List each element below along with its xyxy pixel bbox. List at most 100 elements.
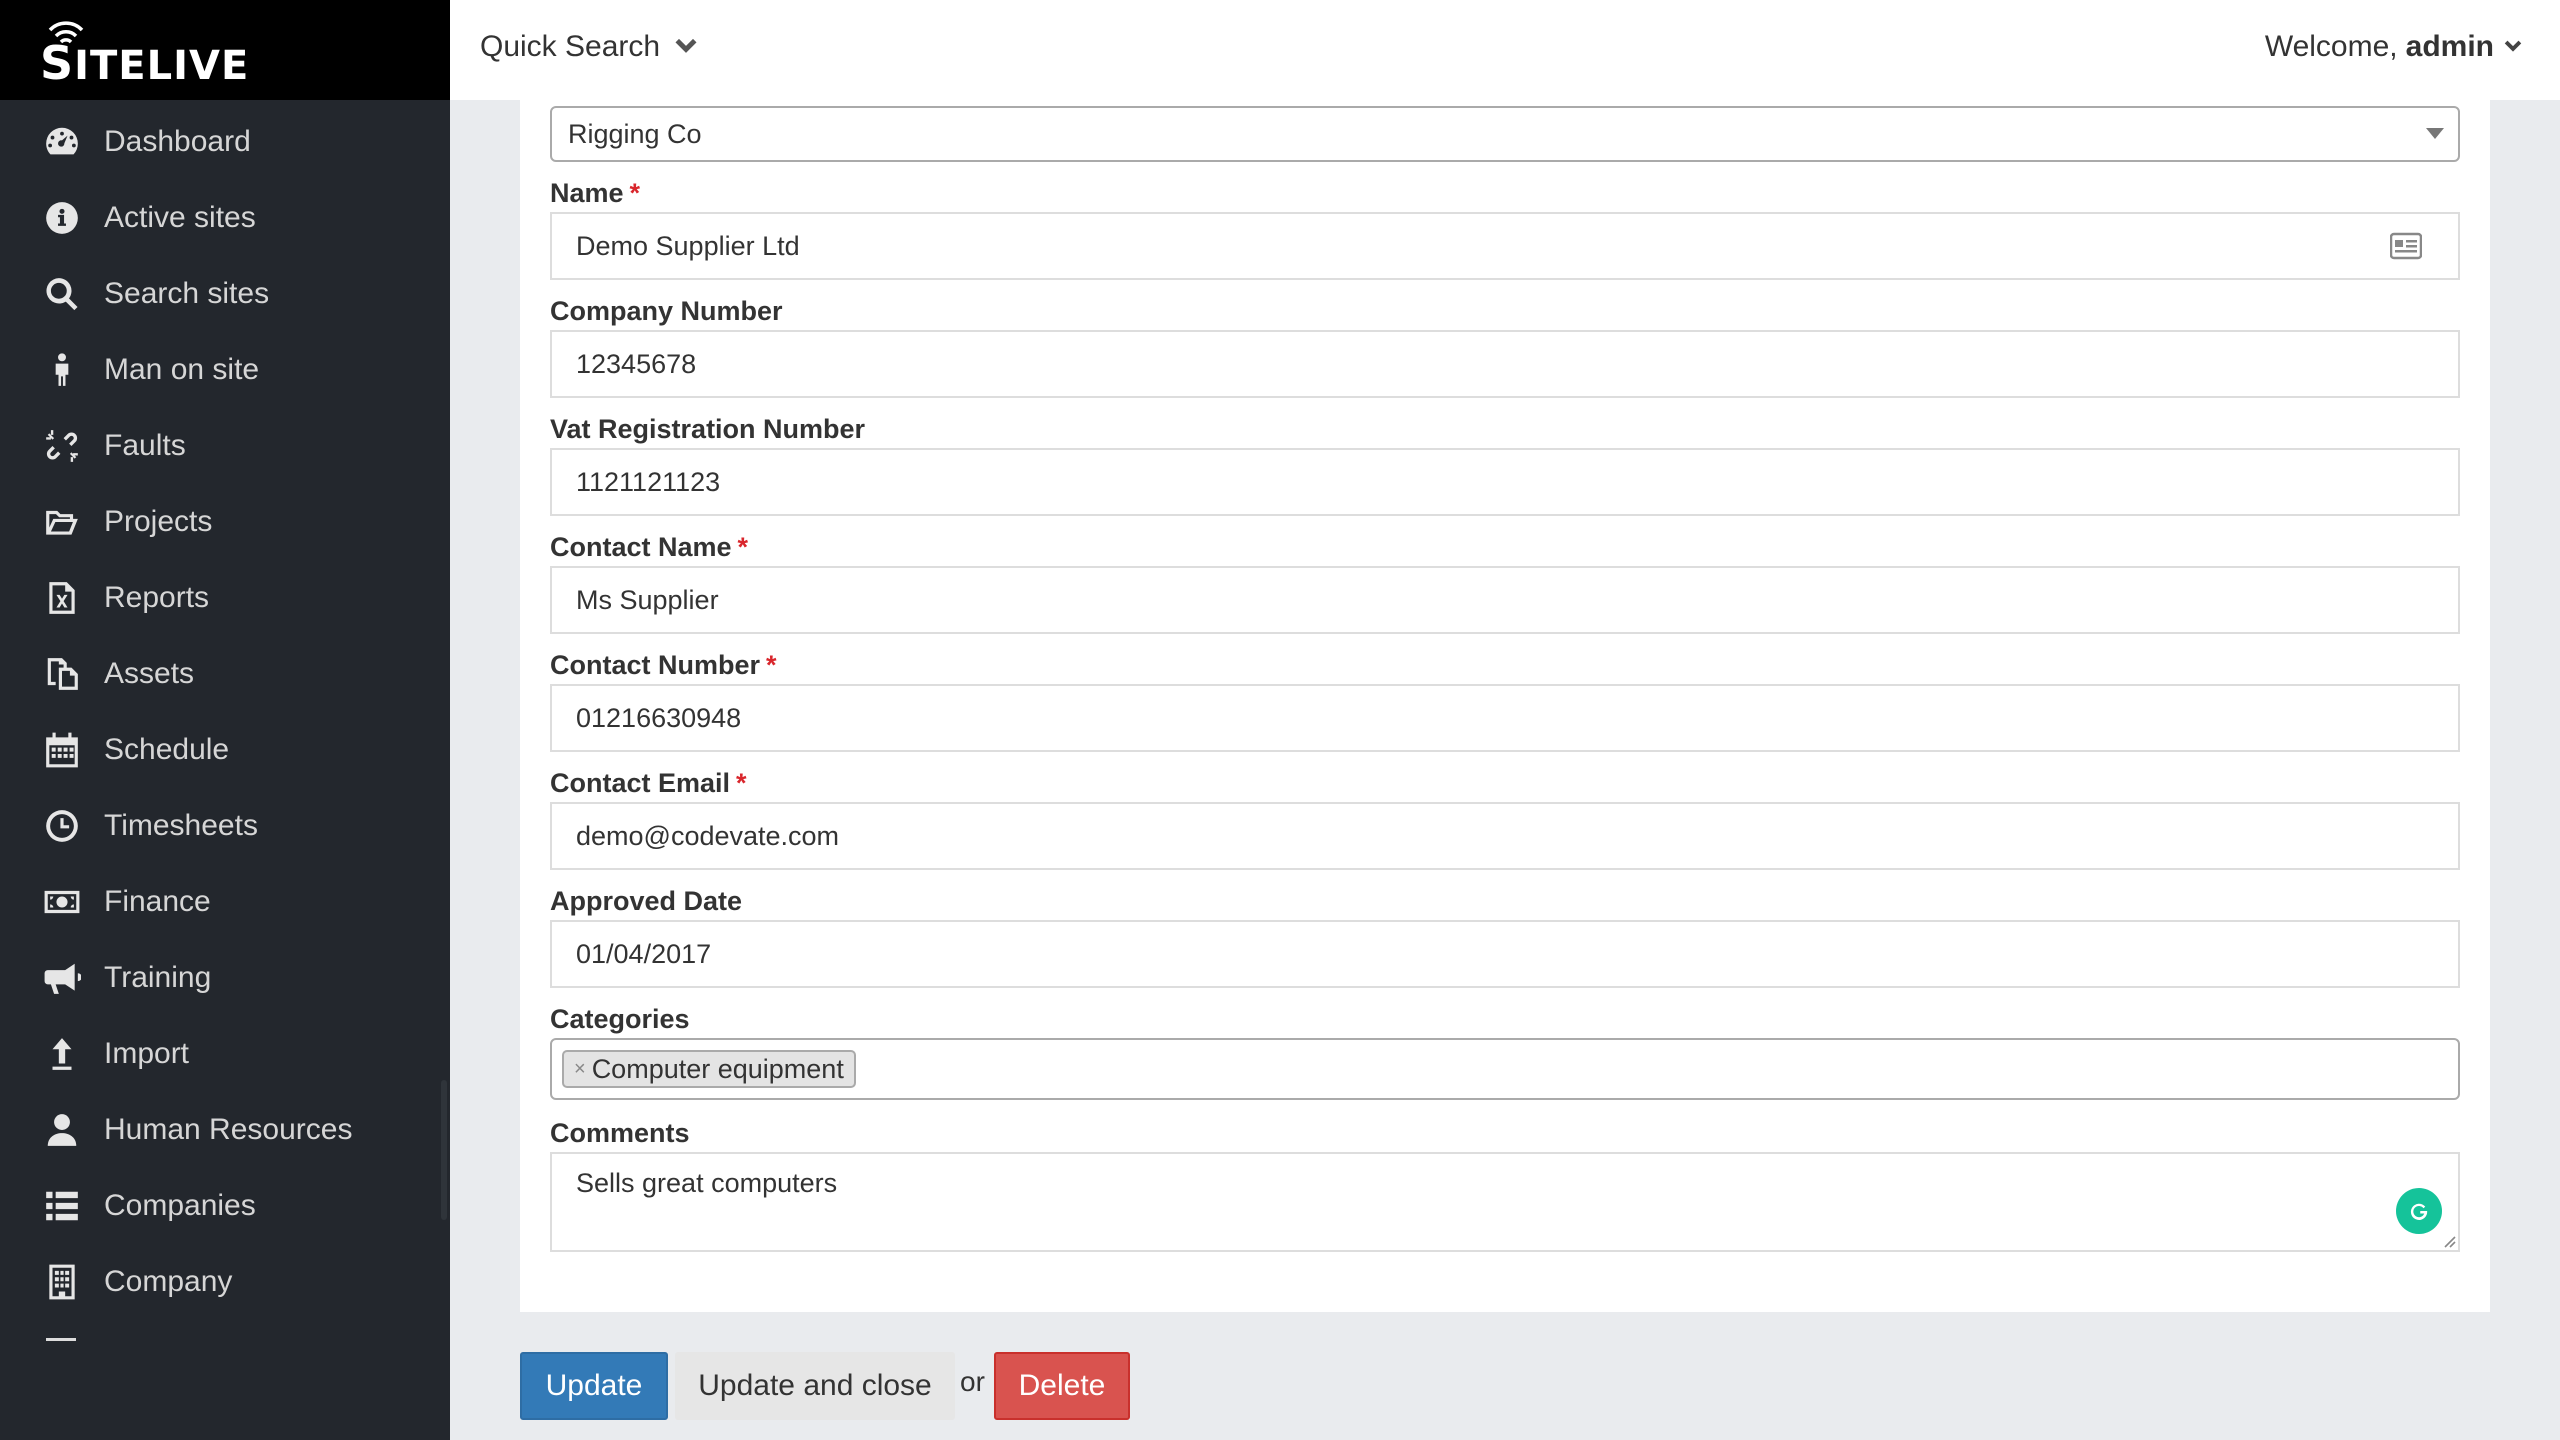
contact-name-field[interactable]: Ms Supplier [550, 566, 2460, 634]
sidebar-scrollbar[interactable] [441, 1080, 447, 1220]
user-icon [42, 1110, 82, 1150]
categories-label: Categories [550, 1004, 690, 1034]
quick-search-dropdown[interactable]: Quick Search [480, 30, 700, 64]
dashboard-icon [42, 122, 82, 162]
sidebar-item-partial [46, 1338, 76, 1341]
top-bar: Quick Search Welcome, admin [450, 0, 2560, 100]
copy-files-icon [42, 654, 82, 694]
sidebar: SITELIVE Dashboard Active sites Search s… [0, 0, 450, 1440]
sidebar-item-human-resources[interactable]: Human Resources [0, 1092, 450, 1168]
contact-name-value: Ms Supplier [576, 584, 719, 615]
sidebar-item-schedule[interactable]: Schedule [0, 712, 450, 788]
sidebar-item-label: Reports [104, 581, 210, 614]
vat-number-field[interactable]: 1121121123 [550, 448, 2460, 516]
approved-date-value: 01/04/2017 [576, 938, 712, 969]
sidebar-nav: Dashboard Active sites Search sites Man … [0, 100, 450, 1320]
sidebar-item-finance[interactable]: Finance [0, 864, 450, 940]
contact-email-field[interactable]: demo@codevate.com [550, 802, 2460, 870]
tag-remove-icon[interactable]: × [574, 1058, 586, 1081]
sidebar-item-label: Search sites [104, 277, 270, 310]
required-marker: * [766, 650, 777, 680]
resize-handle-icon[interactable] [2442, 1234, 2456, 1248]
search-icon [42, 274, 82, 314]
name-field[interactable]: Demo Supplier Ltd [550, 212, 2460, 280]
sidebar-item-faults[interactable]: Faults [0, 408, 450, 484]
money-icon [42, 882, 82, 922]
sidebar-item-assets[interactable]: Assets [0, 636, 450, 712]
sidebar-item-label: Projects [104, 505, 213, 538]
company-select-value: Rigging Co [568, 118, 702, 149]
company-select[interactable]: Rigging Co [550, 106, 2460, 162]
sidebar-item-training[interactable]: Training [0, 940, 450, 1016]
comments-label: Comments [550, 1118, 690, 1148]
building-icon [42, 1262, 82, 1302]
sidebar-item-projects[interactable]: Projects [0, 484, 450, 560]
sidebar-item-label: Companies [104, 1189, 256, 1222]
contact-number-label: Contact Number * [550, 650, 777, 680]
name-value: Demo Supplier Ltd [576, 230, 800, 261]
sidebar-item-label: Timesheets [104, 809, 258, 842]
brand-logo[interactable]: SITELIVE [0, 0, 450, 100]
company-number-label: Company Number [550, 296, 783, 326]
sidebar-item-label: Schedule [104, 733, 230, 766]
sidebar-item-label: Man on site [104, 353, 260, 386]
sidebar-item-reports[interactable]: Reports [0, 560, 450, 636]
sidebar-item-label: Assets [104, 657, 195, 690]
contact-number-field[interactable]: 01216630948 [550, 684, 2460, 752]
clock-icon [42, 806, 82, 846]
grammarly-icon[interactable] [2396, 1188, 2442, 1234]
user-menu[interactable]: Welcome, admin [2265, 30, 2524, 64]
or-separator: or [960, 1366, 985, 1397]
delete-button[interactable]: Delete [994, 1352, 1130, 1420]
sidebar-item-timesheets[interactable]: Timesheets [0, 788, 450, 864]
brand-name: SITELIVE [40, 36, 250, 90]
list-icon [42, 1186, 82, 1226]
contact-card-icon[interactable] [2390, 232, 2422, 260]
sidebar-item-label: Active sites [104, 201, 256, 234]
sidebar-item-label: Dashboard [104, 125, 251, 158]
calendar-icon [42, 730, 82, 770]
sidebar-item-label: Company [104, 1265, 233, 1298]
required-marker: * [736, 768, 747, 798]
company-number-field[interactable]: 12345678 [550, 330, 2460, 398]
person-icon [42, 350, 82, 390]
excel-file-icon [42, 578, 82, 618]
contact-number-value: 01216630948 [576, 702, 742, 733]
category-tag-label: Computer equipment [591, 1053, 844, 1084]
categories-multiselect[interactable]: × Computer equipment [550, 1038, 2460, 1100]
quick-search-label: Quick Search [480, 30, 661, 63]
contact-name-label: Contact Name * [550, 532, 749, 562]
company-number-value: 12345678 [576, 348, 697, 379]
caret-down-icon [2426, 128, 2444, 139]
chevron-down-icon [2504, 40, 2522, 52]
sidebar-item-label: Import [104, 1037, 190, 1070]
contact-email-label: Contact Email * [550, 768, 747, 798]
upload-arrow-icon [42, 1034, 82, 1074]
broken-link-icon [42, 426, 82, 466]
sidebar-item-companies[interactable]: Companies [0, 1168, 450, 1244]
update-and-close-button[interactable]: Update and close [675, 1352, 955, 1420]
sidebar-item-man-on-site[interactable]: Man on site [0, 332, 450, 408]
megaphone-icon [42, 958, 82, 998]
vat-number-value: 1121121123 [576, 466, 721, 497]
comments-textarea[interactable]: Sells great computers [550, 1152, 2460, 1252]
sidebar-item-active-sites[interactable]: Active sites [0, 180, 450, 256]
sidebar-item-dashboard[interactable]: Dashboard [0, 104, 450, 180]
sidebar-item-label: Human Resources [104, 1113, 353, 1146]
sidebar-item-label: Faults [104, 429, 186, 462]
comments-value: Sells great computers [576, 1168, 838, 1198]
info-icon [42, 198, 82, 238]
folder-open-icon [42, 502, 82, 542]
sidebar-item-import[interactable]: Import [0, 1016, 450, 1092]
welcome-text: Welcome, [2264, 30, 2398, 63]
sidebar-item-company[interactable]: Company [0, 1244, 450, 1320]
update-button[interactable]: Update [520, 1352, 668, 1420]
name-label: Name * [550, 178, 641, 208]
category-tag: × Computer equipment [562, 1050, 856, 1088]
vat-number-label: Vat Registration Number [550, 414, 866, 444]
sidebar-item-search-sites[interactable]: Search sites [0, 256, 450, 332]
chevron-down-icon [675, 38, 697, 53]
approved-date-field[interactable]: 01/04/2017 [550, 920, 2460, 988]
sidebar-item-label: Training [104, 961, 212, 994]
username: admin [2405, 30, 2494, 63]
